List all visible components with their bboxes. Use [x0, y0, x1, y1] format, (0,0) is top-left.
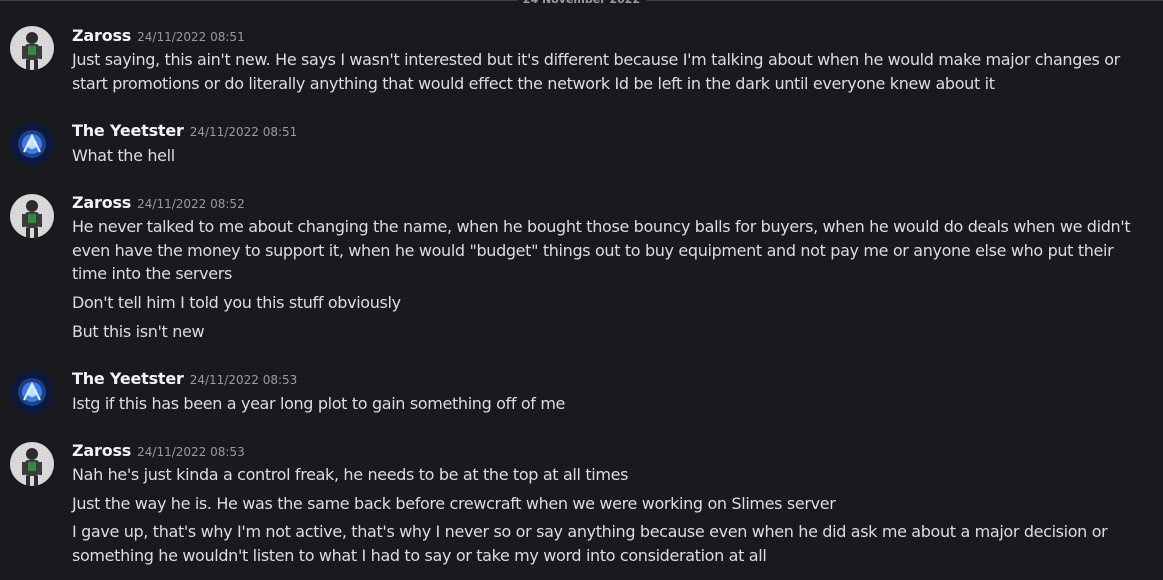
username[interactable]: Zaross: [72, 441, 131, 460]
avatar[interactable]: [10, 122, 54, 166]
date-divider: 24 November 2022: [0, 0, 1163, 8]
username[interactable]: Zaross: [72, 26, 131, 45]
message-header: The Yeetster 24/11/2022 08:51: [72, 121, 297, 141]
chat-log: 24 November 2022 Zaross24/11/2022 08:51 …: [0, 0, 1163, 580]
character-avatar-icon: [10, 442, 54, 486]
message-text: Nah he's just kinda a control freak, he …: [72, 465, 629, 484]
message-header: Zaross 24/11/2022 08:51: [72, 26, 245, 46]
message-header: Zaross 24/11/2022 08:53: [72, 441, 245, 461]
blue-orb-avatar-icon: [10, 370, 54, 414]
username[interactable]: The Yeetster: [72, 121, 184, 140]
message-header: The Yeetster 24/11/2022 08:53: [72, 369, 297, 389]
message-header: Zaross 24/11/2022 08:52: [72, 193, 245, 213]
avatar[interactable]: [10, 194, 54, 238]
avatar[interactable]: [10, 442, 54, 486]
username[interactable]: The Yeetster: [72, 369, 184, 388]
message-text: He never talked to me about changing the…: [72, 217, 1131, 283]
avatar[interactable]: [10, 26, 54, 70]
blue-orb-avatar-icon: [10, 122, 54, 166]
timestamp[interactable]: 24/11/2022 08:51: [137, 30, 245, 44]
message-text: I gave up, that's why I'm not active, th…: [72, 522, 1108, 565]
avatar[interactable]: [10, 370, 54, 414]
character-avatar-icon: [10, 26, 54, 70]
message-text: Just saying, this ain't new. He says I w…: [72, 50, 1120, 93]
timestamp[interactable]: 24/11/2022 08:51: [190, 125, 298, 139]
message-text: Don't tell him I told you this stuff obv…: [72, 293, 401, 312]
timestamp[interactable]: 24/11/2022 08:53: [137, 445, 245, 459]
timestamp[interactable]: 24/11/2022 08:53: [190, 373, 298, 387]
message-text: Just the way he is. He was the same back…: [72, 494, 836, 513]
timestamp[interactable]: 24/11/2022 08:52: [137, 197, 245, 211]
character-avatar-icon: [10, 194, 54, 238]
message-text: Istg if this has been a year long plot t…: [72, 394, 566, 413]
date-divider-label: 24 November 2022: [516, 0, 647, 8]
message-text: What the hell: [72, 146, 175, 165]
username[interactable]: Zaross: [72, 193, 131, 212]
message-text: But this isn't new: [72, 322, 205, 341]
